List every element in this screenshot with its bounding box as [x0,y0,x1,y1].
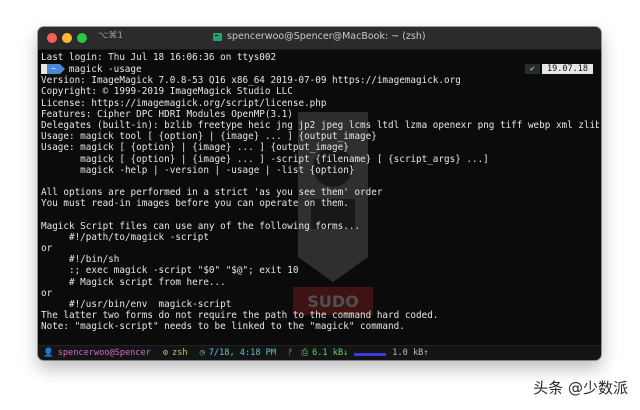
terminal-line: # Magick script from here... [41,276,226,288]
branch-icon: ᚠ [288,348,294,358]
terminal-line: Delegates (built-in): bzlib freetype hei… [41,119,599,131]
close-button[interactable] [47,33,57,43]
clock-icon: ◷ [199,348,205,358]
terminal-line: #!/bin/sh [41,254,120,266]
status-shell-label: zsh [172,348,188,358]
terminal-output[interactable]: Last login: Thu Jul 18 16:06:36 on ttys0… [41,52,599,333]
terminal-line: The latter two forms do not require the … [41,310,439,322]
window-title-text: spencerwoo@Spencer@MacBook: ~ (zsh) [227,31,426,42]
status-time: ◷ 7/18, 4:18 PM [200,348,276,358]
user-icon: 👤 [43,348,54,358]
terminal-line: Features: Cipher DPC HDRI Modules OpenMP… [41,108,293,120]
terminal-line: License: https://imagemagick.org/script/… [41,97,327,109]
command-prompt[interactable]: ~ magick -usage [41,63,599,75]
screenshot-page: ⌥⌘1 spencerwoo@Spencer@MacBook: ~ (zsh) … [0,0,640,410]
terminal-line: Last login: Thu Jul 18 16:06:36 on ttys0… [41,52,277,63]
terminal-window[interactable]: ⌥⌘1 spencerwoo@Spencer@MacBook: ~ (zsh) … [38,27,601,360]
status-shell: ⚙ zsh [163,348,188,358]
terminal-line: Usage: magick [ {option} | {image} ... ]… [41,142,349,154]
network-icon: ⎙ [301,348,309,358]
terminal-icon [213,32,222,41]
terminal-line: All options are performed in a strict 'a… [41,187,383,199]
terminal-line: magick [ {option} | {image} ... ] -scrip… [41,153,489,165]
terminal-line: Version: ImageMagick 7.0.8-53 Q16 x86_64… [41,75,461,87]
home-directory-segment: ~ [47,64,60,75]
window-titlebar[interactable]: ⌥⌘1 spencerwoo@Spencer@MacBook: ~ (zsh) [38,27,601,50]
zoom-button[interactable] [77,33,87,43]
terminal-line: or [41,287,53,299]
command-text: magick -usage [68,63,142,75]
footer-watermark: 头条 @少数派 [533,379,628,397]
terminal-line: Note: "magick-script" needs to be linked… [41,321,405,333]
terminal-line: or [41,243,53,254]
terminal-line: Magick Script files can use any of the f… [41,220,361,232]
status-time-label: 7/18, 4:18 PM [208,348,277,358]
status-bar: 👤 spencerwoo@Spencer ⚙ zsh ◷ 7/18, 4:18 … [38,345,601,360]
terminal-line: Usage: magick tool [ {option} | {image} … [41,131,377,143]
network-up-label: 1.0 kB↑ [392,348,429,358]
shell-icon: ⚙ [162,348,169,358]
tab-shortcut-label: ⌥⌘1 [98,31,124,41]
network-activity-bar [354,352,387,356]
status-user: 👤 spencerwoo@Spencer [43,348,151,358]
terminal-line: Copyright: © 1999-2019 ImageMagick Studi… [41,86,293,98]
terminal-line: magick -help | -version | -usage | -list… [41,164,355,176]
status-network-down: ⎙ 6.1 kB↓ 1.0 kB↑ [301,348,428,358]
terminal-line: :; exec magick -script "$0" "$@"; exit 1… [41,265,299,277]
minimize-button[interactable] [62,33,72,43]
window-title: spencerwoo@Spencer@MacBook: ~ (zsh) [213,31,426,42]
network-down-label: 6.1 kB↓ [312,348,349,358]
terminal-line: #!/path/to/magick -script [41,231,209,243]
status-user-label: spencerwoo@Spencer [57,348,151,358]
prompt-arrow-icon [59,64,65,75]
terminal-line: You must read-in images before you can o… [41,198,349,210]
terminal-line: #!/usr/bin/env magick-script [41,298,232,310]
